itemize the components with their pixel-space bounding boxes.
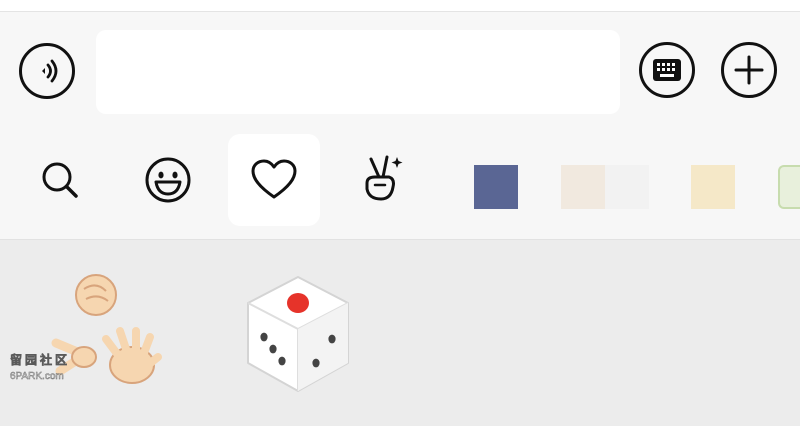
voice-wave-icon (42, 59, 58, 83)
svg-text:6PARK.com: 6PARK.com (10, 371, 64, 382)
heart-icon (251, 159, 297, 199)
tab-emoji[interactable] (122, 134, 214, 226)
smile-face-icon (145, 157, 191, 203)
status-strip (0, 0, 800, 12)
fist-hand-icon (75, 274, 117, 316)
sticker-pack-1-thumbnail[interactable] (474, 165, 518, 209)
sticker-tab-bar (0, 130, 800, 240)
tab-favorites[interactable] (228, 134, 320, 226)
open-palm-icon (102, 327, 162, 384)
search-icon (42, 162, 78, 198)
sticker-pack-4-thumbnail[interactable] (778, 165, 800, 209)
dice-pip-red (287, 293, 309, 313)
voice-input-button[interactable] (19, 43, 75, 99)
sticker-pack-2-thumbnail[interactable] (561, 165, 649, 209)
tab-sticker-search[interactable] (14, 134, 106, 226)
sticker-pack-3-thumbnail[interactable] (691, 165, 735, 209)
keyboard-toggle-button[interactable] (639, 42, 695, 98)
plus-icon (734, 55, 764, 85)
victory-hand-icon (365, 155, 403, 201)
tab-gesture-stickers[interactable] (336, 134, 428, 226)
message-text-input[interactable] (96, 30, 620, 114)
sticker-panel: 留园社区 6PARK.com (0, 241, 800, 426)
dice-sticker[interactable] (236, 265, 360, 405)
chat-input-bar (0, 12, 800, 130)
keyboard-icon (653, 59, 681, 81)
svg-text:留园社区: 留园社区 (10, 352, 70, 367)
add-more-button[interactable] (721, 42, 777, 98)
watermark-logo: 留园社区 6PARK.com (8, 351, 88, 383)
